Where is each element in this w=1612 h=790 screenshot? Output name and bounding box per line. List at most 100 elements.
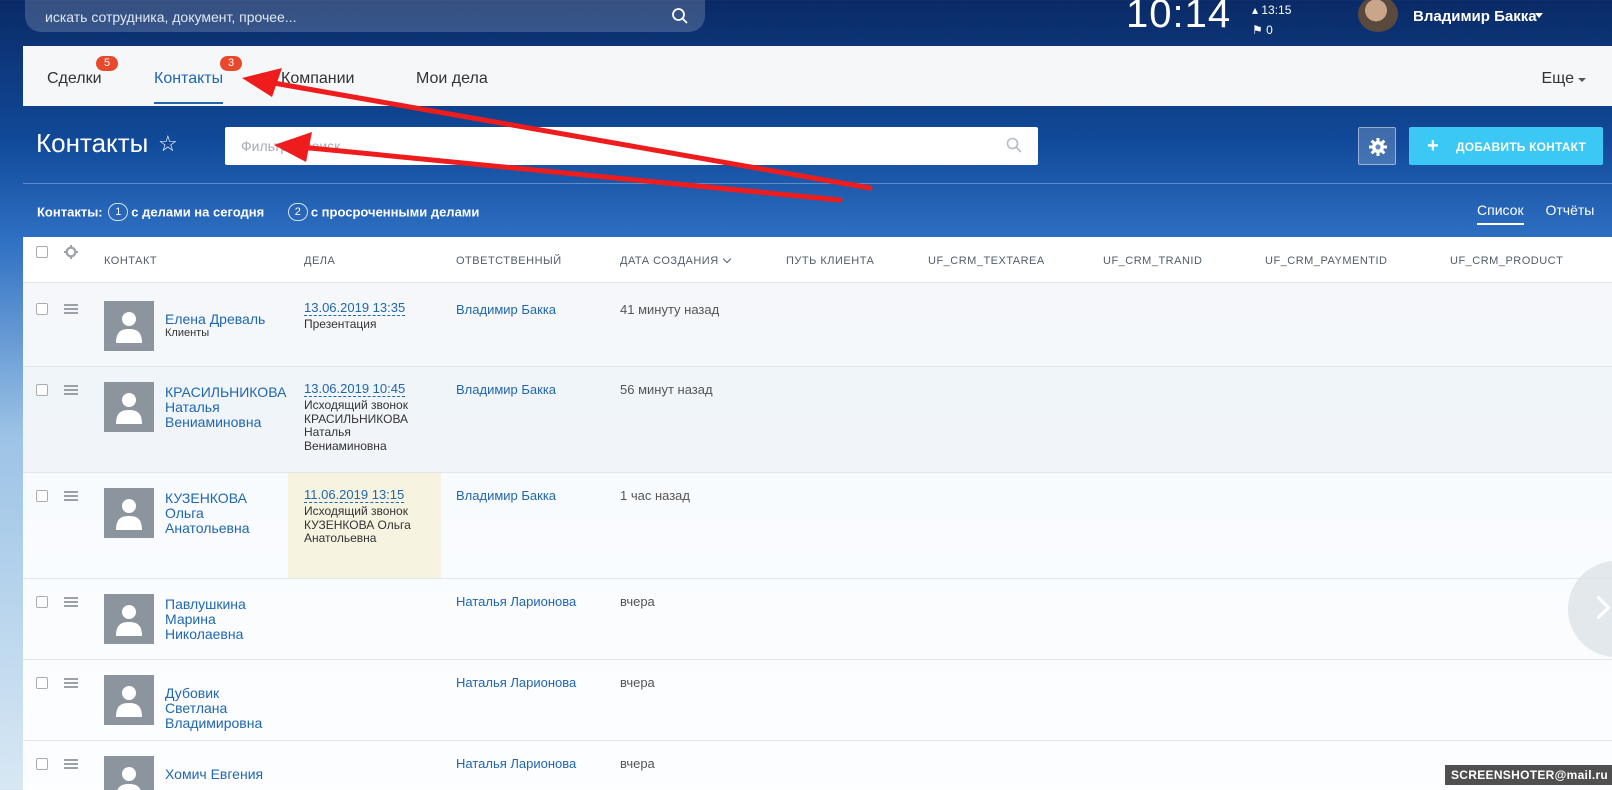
activity-cell: 13.06.2019 13:35 Презентация bbox=[288, 283, 441, 367]
select-all-checkbox[interactable] bbox=[36, 246, 48, 258]
user-icon bbox=[116, 499, 142, 530]
user-avatar[interactable] bbox=[1358, 0, 1398, 32]
avatar bbox=[104, 301, 154, 351]
row-menu-icon[interactable] bbox=[64, 759, 78, 769]
overdue-label[interactable]: с просроченными делами bbox=[311, 205, 480, 220]
responsible-user[interactable]: Владимир Бакка bbox=[456, 488, 556, 503]
table-row[interactable]: КУЗЕНКОВА Ольга Анатольевна 11.06.2019 1… bbox=[23, 473, 1612, 579]
row-checkbox[interactable] bbox=[36, 490, 48, 502]
table-row[interactable]: Дубовик Светлана Владимировна Наталья Ла… bbox=[23, 660, 1612, 741]
activity-desc: Презентация bbox=[304, 317, 377, 331]
search-icon[interactable] bbox=[671, 7, 689, 25]
avatar bbox=[104, 488, 154, 538]
clock: 10:14 bbox=[1126, 0, 1232, 36]
activity-date[interactable]: 11.06.2019 13:15 bbox=[304, 488, 405, 503]
column-activities[interactable]: ДЕЛА bbox=[304, 255, 335, 267]
responsible-user[interactable]: Владимир Бакка bbox=[456, 302, 556, 317]
avatar bbox=[104, 594, 154, 644]
add-contact-button[interactable]: + ДОБАВИТЬ КОНТАКТ bbox=[1409, 127, 1603, 165]
activity-cell-overdue: 11.06.2019 13:15 Исходящий звонок КУЗЕНК… bbox=[288, 473, 441, 578]
user-icon bbox=[116, 686, 142, 717]
contacts-grid: КОНТАКТ ДЕЛА ОТВЕТСТВЕННЫЙ ДАТА СОЗДАНИЯ… bbox=[23, 237, 1612, 790]
row-checkbox[interactable] bbox=[36, 596, 48, 608]
tab-label: Контакты bbox=[154, 70, 224, 87]
responsible-user[interactable]: Наталья Ларионова bbox=[456, 675, 576, 690]
tab-my-activities[interactable]: Мои дела bbox=[416, 70, 488, 104]
tab-contacts[interactable]: Контакты bbox=[154, 70, 224, 104]
row-menu-icon[interactable] bbox=[64, 304, 78, 314]
column-uf-tranid[interactable]: UF_CRM_TRANID bbox=[1103, 255, 1202, 267]
avatar bbox=[104, 675, 154, 725]
row-menu-icon[interactable] bbox=[64, 597, 78, 607]
column-created[interactable]: ДАТА СОЗДАНИЯ bbox=[620, 254, 731, 267]
created-date: вчера bbox=[620, 675, 655, 690]
column-contact[interactable]: КОНТАКТ bbox=[104, 255, 157, 267]
more-menu[interactable]: Еще bbox=[1541, 70, 1586, 88]
table-row[interactable]: Павлушкина Марина Николаевна Наталья Лар… bbox=[23, 579, 1612, 660]
column-uf-textarea[interactable]: UF_CRM_TEXTAREA bbox=[928, 255, 1045, 267]
view-list[interactable]: Список bbox=[1477, 202, 1524, 225]
created-date: 56 минут назад bbox=[620, 382, 713, 397]
gear-icon[interactable] bbox=[64, 245, 78, 259]
alarm-icon: ▴ bbox=[1252, 3, 1259, 17]
table-row[interactable]: Хомич Евгения Наталья Ларионова вчера bbox=[23, 741, 1612, 790]
column-client-path[interactable]: ПУТЬ КЛИЕНТА bbox=[786, 255, 874, 267]
table-row[interactable]: КРАСИЛЬНИКОВА Наталья Вениаминовна 13.06… bbox=[23, 367, 1612, 473]
overdue-count[interactable]: 2 bbox=[287, 203, 308, 221]
row-checkbox[interactable] bbox=[36, 384, 48, 396]
table-row[interactable]: Елена Древаль Клиенты 13.06.2019 13:35 П… bbox=[23, 283, 1612, 367]
contact-type: Клиенты bbox=[165, 327, 210, 339]
user-name[interactable]: Владимир Бакка bbox=[1413, 8, 1537, 25]
crm-tabs: Сделки 5 Контакты 3 Компании Мои дела Ещ… bbox=[23, 46, 1612, 106]
mini-stats: ▴ 13:15 ⚑ 0 bbox=[1252, 0, 1291, 40]
tab-deals[interactable]: Сделки bbox=[47, 70, 102, 104]
avatar bbox=[104, 382, 154, 432]
activity-date[interactable]: 13.06.2019 10:45 bbox=[304, 382, 406, 397]
watermark: SCREENSHOTER@mail.ru bbox=[1445, 765, 1612, 785]
view-reports[interactable]: Отчёты bbox=[1545, 202, 1594, 218]
today-label[interactable]: с делами на сегодня bbox=[131, 205, 264, 220]
contact-name[interactable]: Хомич Евгения bbox=[165, 767, 285, 782]
activity-date[interactable]: 13.06.2019 13:35 bbox=[304, 301, 406, 316]
contact-name[interactable]: Павлушкина Марина Николаевна bbox=[165, 597, 265, 642]
responsible-user[interactable]: Наталья Ларионова bbox=[456, 594, 576, 609]
row-checkbox[interactable] bbox=[36, 303, 48, 315]
filter-search-input[interactable]: Фильтр + поиск bbox=[225, 127, 1038, 165]
settings-button[interactable] bbox=[1358, 127, 1396, 165]
tab-label: Сделки bbox=[47, 70, 102, 87]
tab-label: Мои дела bbox=[416, 70, 488, 87]
contact-name[interactable]: Дубовик Светлана Владимировна bbox=[165, 686, 285, 731]
user-icon bbox=[116, 605, 142, 636]
chevron-down-icon bbox=[722, 254, 731, 264]
plus-icon: + bbox=[1427, 135, 1439, 157]
search-icon[interactable] bbox=[1006, 137, 1022, 153]
column-responsible[interactable]: ОТВЕТСТВЕННЫЙ bbox=[456, 255, 562, 267]
global-search-input[interactable]: искать сотрудника, документ, прочее... bbox=[25, 0, 705, 32]
grid-header: КОНТАКТ ДЕЛА ОТВЕТСТВЕННЫЙ ДАТА СОЗДАНИЯ… bbox=[23, 237, 1612, 283]
row-checkbox[interactable] bbox=[36, 677, 48, 689]
counters-prefix: Контакты: bbox=[37, 204, 103, 220]
flag-icon: ⚑ bbox=[1252, 23, 1263, 37]
user-icon bbox=[117, 767, 141, 790]
page-title: Контакты bbox=[36, 128, 149, 158]
row-menu-icon[interactable] bbox=[64, 491, 78, 501]
row-checkbox[interactable] bbox=[36, 758, 48, 770]
responsible-user[interactable]: Владимир Бакка bbox=[456, 382, 556, 397]
row-menu-icon[interactable] bbox=[64, 678, 78, 688]
tab-contacts-badge: 3 bbox=[220, 56, 243, 71]
star-icon[interactable]: ☆ bbox=[158, 131, 178, 157]
responsible-user[interactable]: Наталья Ларионова bbox=[456, 756, 576, 771]
created-date: вчера bbox=[620, 594, 655, 609]
created-date: 41 минуту назад bbox=[620, 302, 720, 317]
tab-companies[interactable]: Компании bbox=[281, 70, 355, 104]
contact-name[interactable]: Елена Древаль bbox=[165, 312, 265, 327]
contact-name[interactable]: КРАСИЛЬНИКОВА Наталья Вениаминовна bbox=[165, 385, 286, 430]
user-icon bbox=[116, 312, 142, 343]
contact-name[interactable]: КУЗЕНКОВА Ольга Анатольевна bbox=[165, 491, 265, 536]
column-uf-product[interactable]: UF_CRM_PRODUCT bbox=[1450, 255, 1563, 267]
row-menu-icon[interactable] bbox=[64, 385, 78, 395]
avatar bbox=[104, 756, 154, 790]
chevron-down-icon[interactable] bbox=[1535, 13, 1543, 18]
column-uf-paymentid[interactable]: UF_CRM_PAYMENTID bbox=[1265, 255, 1388, 267]
today-count[interactable]: 1 bbox=[108, 203, 129, 221]
